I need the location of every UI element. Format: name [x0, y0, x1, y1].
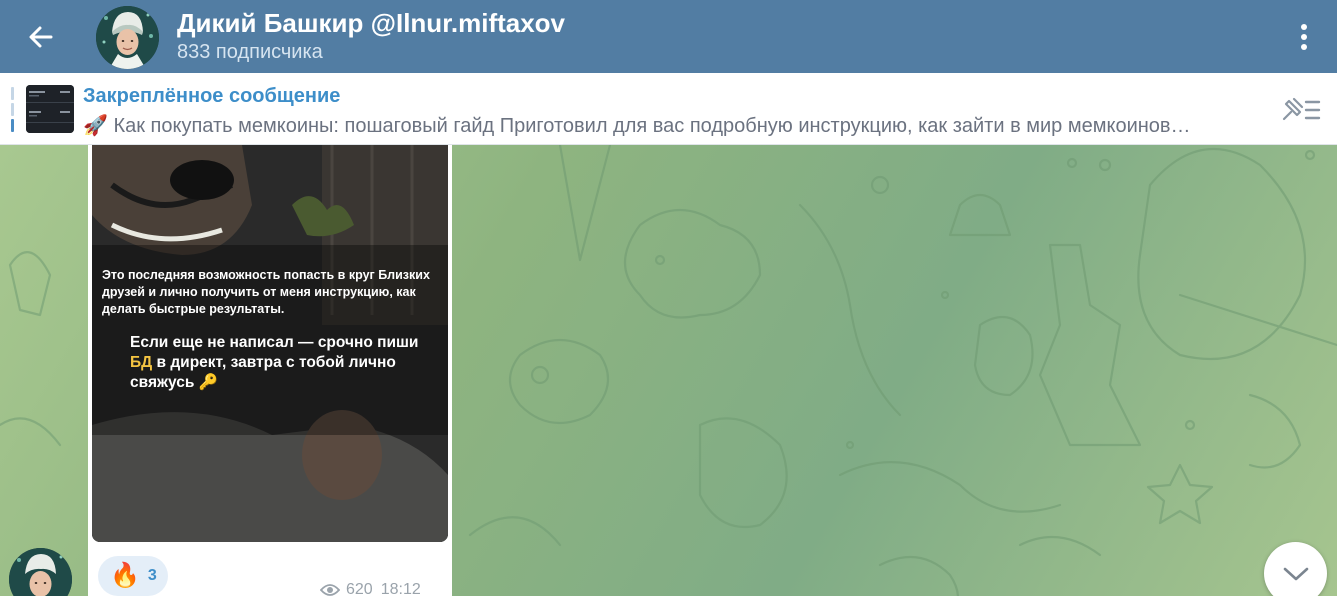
- scroll-down-button[interactable]: [1264, 542, 1327, 596]
- more-vertical-icon: [1301, 24, 1307, 50]
- pin-list-icon: [1282, 97, 1321, 121]
- pinned-title: Закреплённое сообщение: [83, 85, 341, 107]
- channel-title[interactable]: Дикий Башкир @Ilnur.miftaxov: [177, 8, 565, 39]
- pinned-thumbnail: [26, 85, 74, 133]
- media-caption-small: Это последняя возможность попасть в круг…: [102, 268, 430, 316]
- channel-avatar[interactable]: [96, 6, 159, 69]
- arrow-left-icon: [29, 26, 53, 48]
- subscriber-count: 833 подписчика: [177, 41, 323, 63]
- fire-emoji-icon: 🔥: [110, 562, 140, 589]
- chat-header: Дикий Башкир @Ilnur.miftaxov 833 подписч…: [0, 0, 1337, 73]
- more-menu-button[interactable]: [1286, 18, 1322, 56]
- back-button[interactable]: [22, 18, 60, 56]
- media-caption-large: Если еще не написал — срочно пиши БД в д…: [130, 334, 419, 391]
- view-count: 620: [346, 581, 373, 596]
- pinned-list-button[interactable]: [1280, 95, 1322, 125]
- eye-icon: [320, 584, 340, 596]
- chevron-down-icon: [1283, 567, 1308, 580]
- reaction-button[interactable]: 🔥 3: [98, 556, 168, 596]
- pinned-position-indicator: [11, 87, 14, 132]
- pinned-preview-text: 🚀 Как покупать мемкоины: пошаговый гайд …: [83, 115, 1191, 137]
- pinned-message-bar[interactable]: Закреплённое сообщение 🚀 Как покупать ме…: [0, 73, 1337, 145]
- reaction-count: 3: [147, 567, 157, 584]
- message-time: 18:12: [380, 581, 421, 596]
- message-meta: 620 18:12: [320, 581, 421, 596]
- highlight-word: БД: [130, 354, 153, 371]
- chat-area[interactable]: Это последняя возможность попасть в круг…: [0, 145, 1337, 596]
- message-media[interactable]: Это последняя возможность попасть в круг…: [92, 145, 448, 542]
